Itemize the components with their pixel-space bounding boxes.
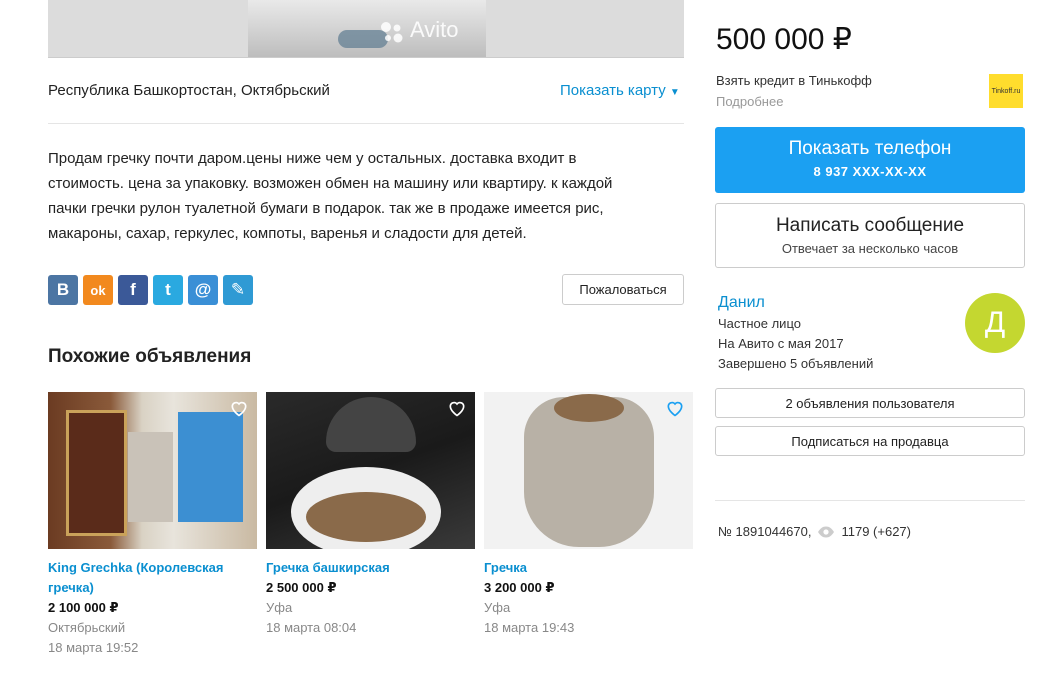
show-map-link[interactable]: Показать карту ▼	[560, 82, 680, 99]
view-count: 1179 (+627)	[841, 524, 911, 539]
response-time: Отвечает за несколько часов	[781, 241, 959, 256]
write-message-label: Написать сообщение	[775, 215, 965, 236]
description-line: Продам гречку почти даром.цены ниже чем …	[48, 150, 577, 167]
seller-type: Частное лицо	[718, 316, 801, 331]
mailru-icon[interactable]: @	[188, 275, 218, 305]
divider	[48, 123, 684, 124]
heart-icon[interactable]	[229, 398, 249, 418]
ad-city: Октябрьский	[48, 620, 126, 635]
item-price: 500 000 ₽	[716, 23, 852, 56]
phone-number: 8 937 XXX-XX-XX	[813, 164, 927, 179]
seller-since: На Авито с мая 2017	[718, 336, 844, 351]
facebook-icon[interactable]: f	[118, 275, 148, 305]
show-phone-button[interactable]: Показать телефон 8 937 XXX-XX-XX	[715, 127, 1025, 193]
show-map-label: Показать карту	[560, 82, 666, 99]
user-ads-button[interactable]: 2 объявления пользователя	[715, 388, 1025, 418]
similar-ad-card[interactable]: Гречка 3 200 000 ₽ Уфа 18 марта 19:43	[484, 392, 693, 638]
avatar[interactable]: Д	[965, 293, 1025, 353]
ad-stats: № 1891044670, 1179 (+627)	[718, 524, 911, 539]
complain-button[interactable]: Пожаловаться	[562, 274, 684, 305]
ad-price: 3 200 000 ₽	[484, 580, 555, 595]
ad-price: 2 500 000 ₽	[266, 580, 337, 595]
share-buttons: В ok f t @ ✎	[48, 275, 253, 305]
write-message-button[interactable]: Написать сообщение Отвечает за несколько…	[715, 203, 1025, 268]
photo-gallery[interactable]: Avito	[48, 0, 684, 58]
tinkoff-logo[interactable]: Tinkoff.ru	[989, 74, 1023, 108]
show-phone-label: Показать телефон	[788, 138, 952, 159]
description-line: стоимость. цена за упаковку. возможен об…	[48, 175, 613, 192]
vk-icon[interactable]: В	[48, 275, 78, 305]
chevron-down-icon: ▼	[669, 87, 680, 98]
ad-date: 18 марта 19:43	[484, 620, 575, 635]
ad-city: Уфа	[484, 600, 511, 615]
ad-date: 18 марта 08:04	[266, 620, 357, 635]
divider	[715, 500, 1025, 501]
similar-ad-card[interactable]: Гречка башкирская 2 500 000 ₽ Уфа 18 мар…	[266, 392, 475, 638]
ad-photo[interactable]	[484, 392, 693, 549]
ad-photo[interactable]	[48, 392, 257, 549]
livejournal-icon[interactable]: ✎	[223, 275, 253, 305]
twitter-icon[interactable]: t	[153, 275, 183, 305]
ad-title[interactable]: King Grechka (Королевская гречка)	[48, 558, 257, 598]
seller-name-link[interactable]: Данил	[718, 294, 765, 312]
ad-title[interactable]: Гречка	[484, 558, 693, 578]
odnoklassniki-icon[interactable]: ok	[83, 275, 113, 305]
heart-icon[interactable]	[665, 398, 685, 418]
credit-offer-link[interactable]: Взять кредит в Тинькофф	[716, 73, 872, 88]
seller-completed: Завершено 5 объявлений	[718, 356, 874, 371]
similar-ad-card[interactable]: King Grechka (Королевская гречка) 2 100 …	[48, 392, 257, 658]
avito-logo-icon	[381, 22, 403, 43]
gallery-image[interactable]: Avito	[248, 0, 486, 57]
ad-city: Уфа	[266, 600, 293, 615]
item-description: Продам гречку почти даром.цены ниже чем …	[48, 146, 678, 246]
eye-icon	[818, 526, 835, 537]
ad-title[interactable]: Гречка башкирская	[266, 558, 475, 578]
ad-price: 2 100 000 ₽	[48, 600, 119, 615]
avito-watermark: Avito	[410, 17, 459, 42]
heart-icon[interactable]	[447, 398, 467, 418]
location-text: Республика Башкортостан, Октябрьский	[48, 82, 330, 99]
credit-more-link[interactable]: Подробнее	[716, 94, 783, 109]
description-line: макароны, сахар, геркулес, компоты, варе…	[48, 225, 527, 242]
description-line: пачки гречки рулон туалетной бумаги в по…	[48, 200, 604, 217]
ad-number: № 1891044670,	[718, 524, 812, 539]
subscribe-seller-button[interactable]: Подписаться на продавца	[715, 426, 1025, 456]
similar-ads-heading: Похожие объявления	[48, 346, 252, 367]
ad-date: 18 марта 19:52	[48, 640, 139, 655]
ad-photo[interactable]	[266, 392, 475, 549]
